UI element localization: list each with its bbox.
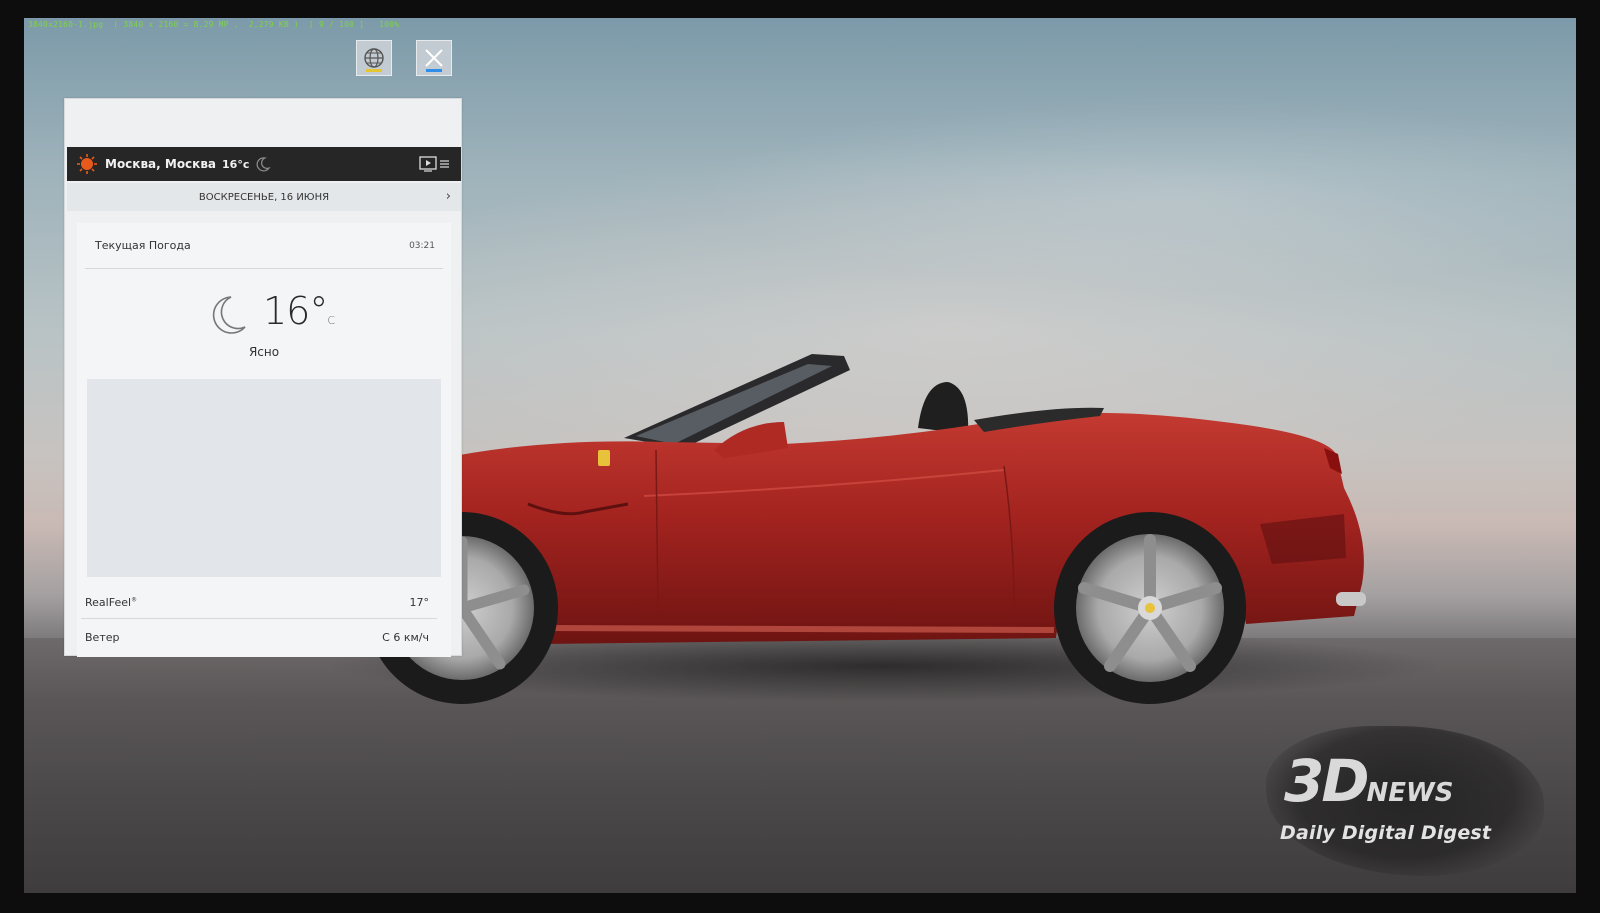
globe-accent-bar: [366, 69, 382, 72]
watermark-logo: 3DNEWS: [1284, 747, 1454, 815]
watermark-tagline: Daily Digital Digest: [1280, 822, 1492, 844]
sun-icon: [77, 154, 97, 174]
current-time: 03:21: [409, 240, 435, 251]
moon-icon: [256, 157, 271, 172]
stat-value: С 6 км/ч: [382, 630, 429, 644]
watermark: 3DNEWS Daily Digital Digest: [1266, 718, 1546, 876]
stat-row-wind: Ветер С 6 км/ч: [81, 621, 437, 653]
date-selector[interactable]: ВОСКРЕСЕНЬЕ, 16 ИЮНЯ ›: [67, 183, 461, 211]
stat-row-realfeel: RealFeel® 17°: [81, 587, 437, 619]
card-title: Текущая Погода: [95, 239, 191, 252]
current-weather-card: Текущая Погода 03:21 16°C Ясно RealFeel®…: [77, 223, 451, 657]
tv-menu-button[interactable]: [419, 155, 451, 173]
current-conditions: 16°C Ясно: [77, 289, 451, 363]
tv-bezel: 3840x2160-1.jpg ( 3840 x 2160 = 8.29 MP …: [0, 0, 1600, 913]
stat-value: 17°: [409, 596, 430, 609]
chevron-right-icon[interactable]: ›: [446, 189, 451, 204]
moon-large-icon: [212, 296, 246, 334]
weather-header[interactable]: Москва, Москва 16°c: [67, 147, 461, 181]
stat-label: RealFeel®: [85, 596, 138, 609]
globe-icon: [364, 48, 384, 68]
close-icon: [425, 49, 443, 67]
date-label: ВОСКРЕСЕНЬЕ, 16 ИЮНЯ: [198, 191, 330, 203]
header-temperature: 16°c: [222, 157, 250, 171]
weather-condition: Ясно: [248, 345, 280, 359]
card-header: Текущая Погода 03:21: [85, 223, 443, 269]
temp-unit: C: [327, 314, 335, 327]
city-name: Москва, Москва: [105, 157, 217, 171]
current-temperature: 16°C: [263, 289, 335, 333]
content-placeholder: [87, 379, 441, 577]
close-button[interactable]: [416, 40, 452, 76]
panel-top-strip: [65, 99, 461, 147]
screen: 3840x2160-1.jpg ( 3840 x 2160 = 8.29 MP …: [24, 18, 1576, 893]
weather-panel: Москва, Москва 16°c ВОСКРЕСЕНЬЕ, 16 ИЮНЯ…: [64, 98, 462, 657]
stat-label: Ветер: [85, 630, 120, 644]
language-button[interactable]: [356, 40, 392, 76]
tv-menu-icon: [419, 156, 449, 172]
image-info-overlay: 3840x2160-1.jpg ( 3840 x 2160 = 8.29 MP …: [28, 20, 400, 29]
close-accent-bar: [426, 69, 442, 72]
current-temp-value: 16°: [263, 289, 328, 333]
